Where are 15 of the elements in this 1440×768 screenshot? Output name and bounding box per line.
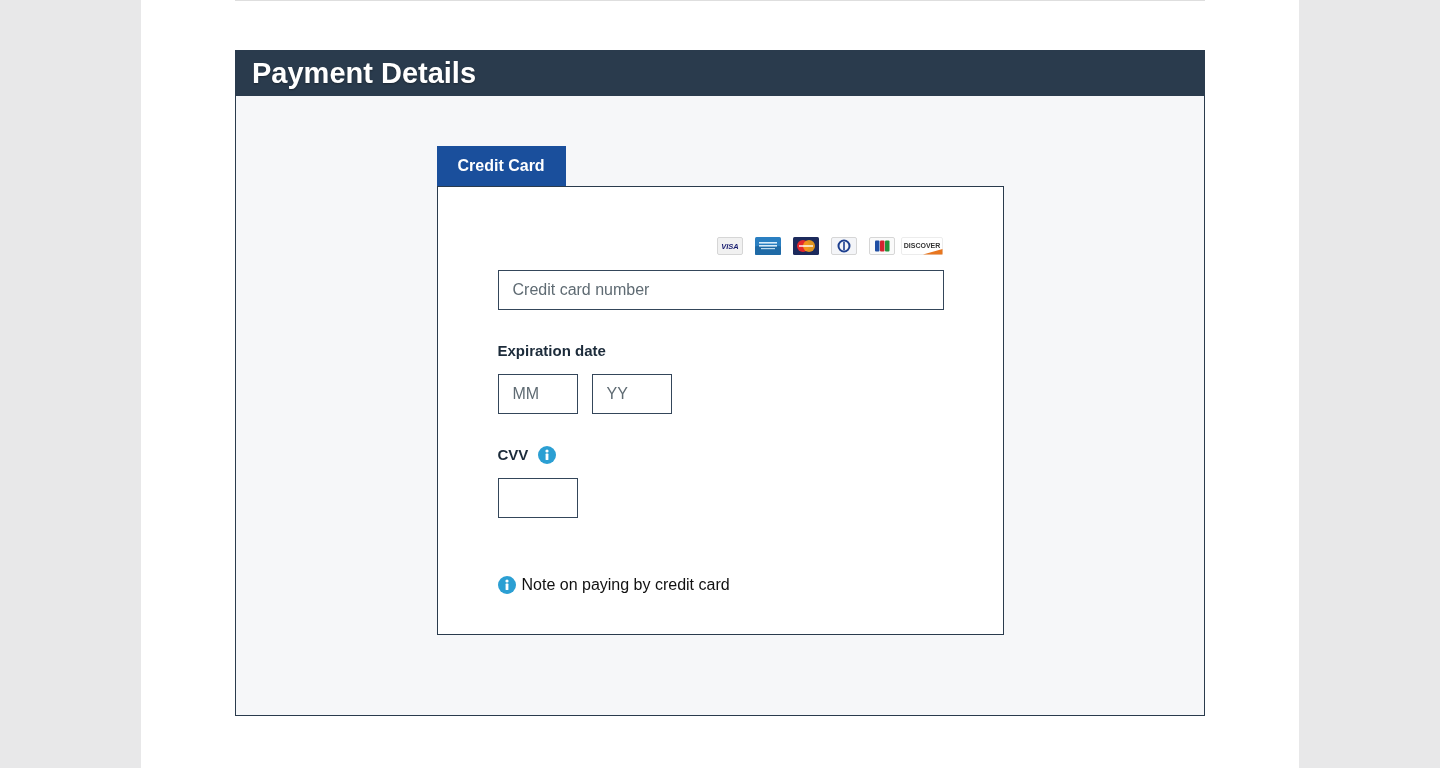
tab[interactable]: Credit Card [436, 146, 566, 186]
input-field[interactable]: MM [497, 374, 578, 414]
section-title: Payment Details [252, 56, 477, 90]
card-icon [754, 237, 781, 255]
note-text: Note on paying by credit card [521, 576, 730, 594]
ring-icon [830, 237, 857, 255]
info-icon [497, 576, 516, 594]
info-icon [538, 446, 557, 464]
input-field[interactable]: YY [591, 374, 672, 414]
overlapping-circles-icon [792, 237, 819, 255]
field-label: CVV [497, 445, 529, 465]
striped-card-icon [868, 237, 895, 255]
card-number-field[interactable]: Credit card number [497, 270, 944, 310]
field-label: Expiration date [497, 341, 606, 361]
cvv-field[interactable] [497, 478, 578, 518]
